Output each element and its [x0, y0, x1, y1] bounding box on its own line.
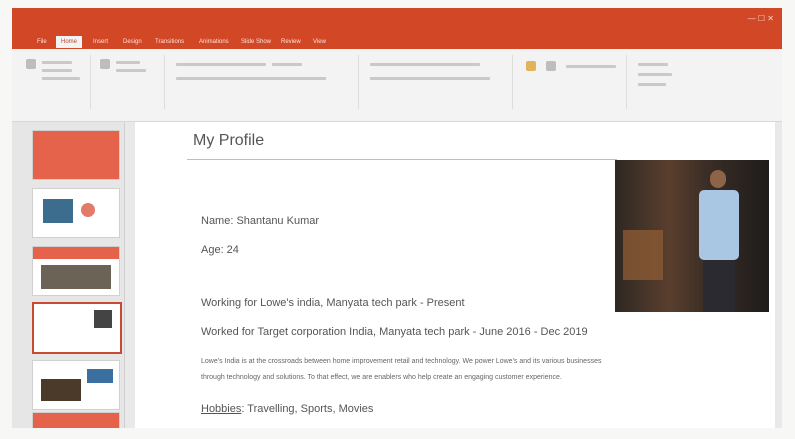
ribbon-group-paragraph: [362, 55, 513, 109]
slide-thumbnail[interactable]: [32, 360, 120, 410]
slide-thumbnail-pane: [12, 122, 125, 428]
about-text-line1: Lowe's India is at the crossroads betwee…: [201, 358, 602, 365]
hobbies-text: Hobbies: Travelling, Sports, Movies: [201, 403, 373, 415]
slide-thumbnail[interactable]: [32, 130, 120, 180]
age-text: Age: 24: [201, 244, 239, 256]
tab-review[interactable]: Review: [276, 36, 306, 48]
slide-thumbnail[interactable]: [32, 188, 120, 238]
profile-photo[interactable]: [615, 160, 769, 312]
tab-insert[interactable]: Insert: [88, 36, 113, 48]
slide-title[interactable]: My Profile: [193, 132, 264, 150]
ribbon-group-editing: [630, 55, 700, 109]
ribbon-group-font: [168, 55, 359, 109]
ribbon: [12, 49, 782, 122]
tab-file[interactable]: File: [32, 36, 52, 48]
title-bar: — ☐ ✕: [12, 8, 782, 33]
tab-slide-show[interactable]: Slide Show: [236, 36, 276, 48]
name-text: Name: Shantanu Kumar: [201, 215, 320, 227]
hobbies-label: Hobbies: [201, 403, 242, 415]
previous-job-text: Worked for Target corporation India, Man…: [201, 326, 588, 338]
tab-home[interactable]: Home: [56, 36, 83, 48]
window-controls[interactable]: — ☐ ✕: [748, 14, 774, 23]
slide-canvas[interactable]: My Profile Name: Shantanu Kumar Age: 24 …: [135, 122, 775, 428]
ribbon-tabs: File Home Insert Design Transitions Anim…: [12, 33, 782, 49]
title-underline: [187, 159, 617, 160]
slide-editor: My Profile Name: Shantanu Kumar Age: 24 …: [125, 122, 782, 428]
arrange-icon[interactable]: [546, 61, 556, 71]
ribbon-group-clipboard: [20, 55, 91, 109]
tab-view[interactable]: View: [308, 36, 331, 48]
tab-transitions[interactable]: Transitions: [150, 36, 189, 48]
ribbon-group-slides: [94, 55, 165, 109]
slide-thumbnail-selected[interactable]: [32, 302, 122, 354]
shapes-icon[interactable]: [526, 61, 536, 71]
slide-thumbnail[interactable]: [32, 412, 120, 428]
about-text-line2: through technology and solutions. To tha…: [201, 374, 562, 381]
new-slide-icon[interactable]: [100, 59, 110, 69]
tab-animations[interactable]: Animations: [194, 36, 234, 48]
paste-icon[interactable]: [26, 59, 36, 69]
slide-thumbnail[interactable]: [32, 246, 120, 296]
powerpoint-window: — ☐ ✕ File Home Insert Design Transition…: [12, 8, 782, 428]
current-job-text: Working for Lowe's india, Manyata tech p…: [201, 297, 465, 309]
ribbon-group-drawing: [516, 55, 627, 109]
tab-design[interactable]: Design: [118, 36, 147, 48]
hobbies-value: : Travelling, Sports, Movies: [241, 403, 374, 415]
